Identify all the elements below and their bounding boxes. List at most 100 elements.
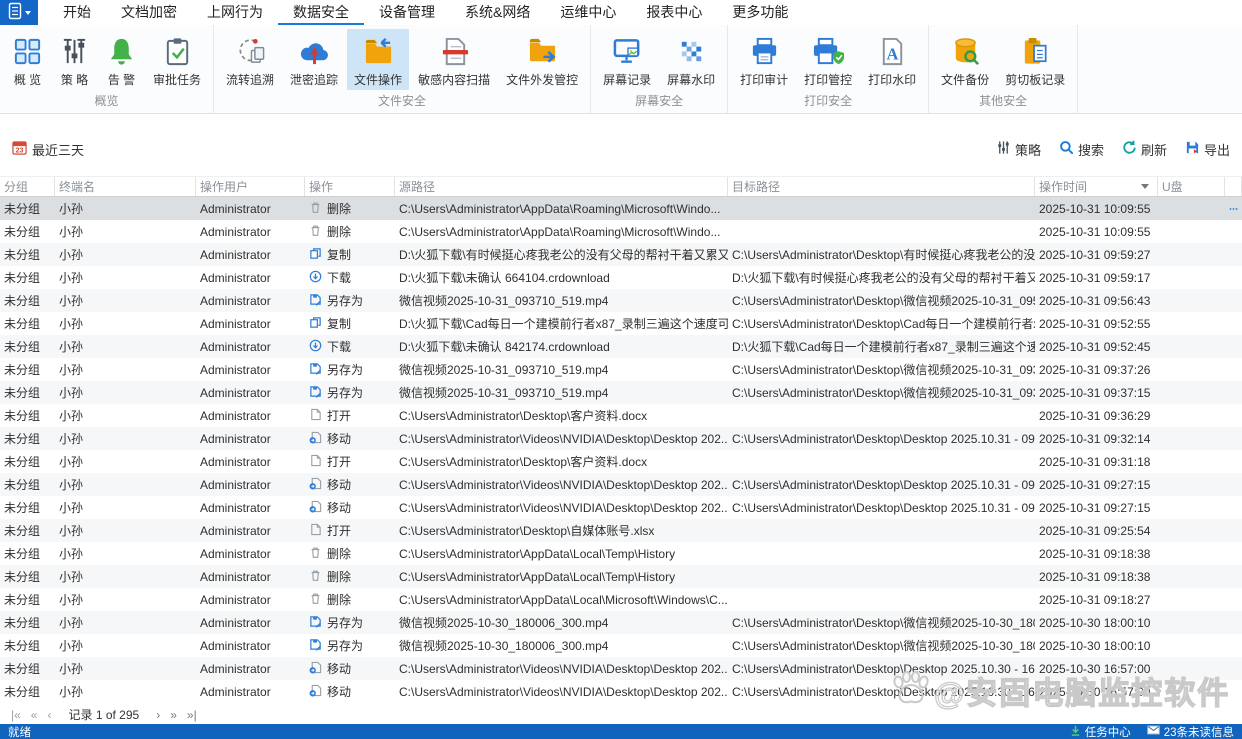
ribbon-button-2-0[interactable]: 屏幕记录 [596,29,658,90]
ribbon-button-0-0[interactable]: 概 览 [5,29,50,90]
table-row[interactable]: 未分组小孙Administrator删除C:\Users\Administrat… [0,197,1242,220]
menu-tab-3[interactable]: 数据安全 [278,0,364,25]
calendar-icon: 23 [12,140,27,158]
svg-text:23: 23 [16,147,24,154]
table-row[interactable]: 未分组小孙Administrator复制D:\火狐下载\Cad每日一个建模前行者… [0,312,1242,335]
table-row[interactable]: 未分组小孙Administrator移动C:\Users\Administrat… [0,496,1242,519]
pagination-first-button[interactable]: |« [6,708,26,722]
table-row[interactable]: 未分组小孙Administrator删除C:\Users\Administrat… [0,588,1242,611]
column-header-6[interactable]: 操作时间 [1035,177,1158,196]
toolbar-action-label: 刷新 [1141,140,1167,159]
column-header-label: 源路径 [399,178,435,195]
column-header-2[interactable]: 操作用户 [196,177,305,196]
menu-tab-2[interactable]: 上网行为 [192,0,278,25]
cell-6: 2025-10-31 09:59:27 [1035,243,1158,266]
table-row[interactable]: 未分组小孙Administrator另存为微信视频2025-10-30_1800… [0,611,1242,634]
toolbar-action-0[interactable]: 策略 [996,140,1041,159]
operation-label: 删除 [327,545,351,562]
ribbon-button-0-2[interactable]: 告 警 [99,29,144,90]
table-row[interactable]: 未分组小孙Administrator另存为微信视频2025-10-30_1800… [0,634,1242,657]
menu-tab-1[interactable]: 文档加密 [106,0,192,25]
pagination-bar: |« « ‹ 记录 1 of 295 › » »| [0,703,1242,726]
table-row[interactable]: 未分组小孙Administrator另存为微信视频2025-10-31_0937… [0,358,1242,381]
pagination-fast-prev-button[interactable]: « [26,708,43,722]
column-header-3[interactable]: 操作 [305,177,395,196]
toolbar-action-3[interactable]: 导出 [1185,140,1230,159]
ribbon-button-4-1[interactable]: 剪切板记录 [998,29,1072,90]
pagination-fast-next-button[interactable]: » [165,708,182,722]
column-header-8[interactable] [1225,177,1242,196]
toolbar-action-2[interactable]: 刷新 [1122,140,1167,159]
open-icon [309,523,322,539]
cell-5: C:\Users\Administrator\Desktop\Cad每日一个建模… [728,312,1035,335]
cell-6: 2025-10-31 09:32:14 [1035,427,1158,450]
operation-label: 移动 [327,476,351,493]
saveas-icon [309,615,322,631]
row-more-button[interactable] [1229,206,1238,212]
table-row[interactable]: 未分组小孙Administrator删除C:\Users\Administrat… [0,565,1242,588]
ribbon-group-items: 文件备份剪切板记录 [929,25,1077,91]
refresh-icon [1122,140,1137,158]
ribbon-group-label: 打印安全 [728,91,928,114]
app-menu-button[interactable] [0,0,38,25]
table-row[interactable]: 未分组小孙Administrator复制D:\火狐下载\有时候挺心疼我老公的没有… [0,243,1242,266]
column-header-1[interactable]: 终端名 [55,177,196,196]
cell-8 [1225,312,1242,335]
file-operation-icon [363,34,394,68]
pagination-next-button[interactable]: › [151,708,165,722]
ribbon-button-3-0[interactable]: 打印审计 [733,29,795,90]
table-row[interactable]: 未分组小孙Administrator移动C:\Users\Administrat… [0,473,1242,496]
toolbar-action-1[interactable]: 搜索 [1059,140,1104,159]
cell-6: 2025-10-30 18:00:10 [1035,634,1158,657]
ribbon-button-label: 流转追溯 [226,71,274,88]
table-row[interactable]: 未分组小孙Administrator移动C:\Users\Administrat… [0,657,1242,680]
pagination-prev-button[interactable]: ‹ [42,708,56,722]
menu-tab-6[interactable]: 运维中心 [545,0,631,25]
table-row[interactable]: 未分组小孙Administrator另存为微信视频2025-10-31_0937… [0,289,1242,312]
menu-tab-8[interactable]: 更多功能 [717,0,803,25]
menu-tab-7[interactable]: 报表中心 [631,0,717,25]
table-row[interactable]: 未分组小孙Administrator打开C:\Users\Administrat… [0,450,1242,473]
menu-tab-5[interactable]: 系统&网络 [450,0,545,25]
ribbon-button-2-1[interactable]: 屏幕水印 [660,29,722,90]
unread-messages-button[interactable]: 23条未读信息 [1147,724,1234,739]
column-header-0[interactable]: 分组 [0,177,55,196]
pagination-last-button[interactable]: »| [182,708,202,722]
file-backup-icon [950,34,981,68]
date-range-filter[interactable]: 23 最近三天 [12,140,84,159]
ribbon-button-4-0[interactable]: 文件备份 [934,29,996,90]
ribbon-button-1-0[interactable]: 流转追溯 [219,29,281,90]
cell-5: C:\Users\Administrator\Desktop\有时候挺心疼我老公… [728,243,1035,266]
table-row[interactable]: 未分组小孙Administrator打开C:\Users\Administrat… [0,519,1242,542]
cell-5 [728,565,1035,588]
menu-tab-4[interactable]: 设备管理 [364,0,450,25]
ribbon-button-3-1[interactable]: 打印管控 [797,29,859,90]
table-row[interactable]: 未分组小孙Administrator下载D:\火狐下载\未确认 664104.c… [0,266,1242,289]
status-text: 就绪 [8,724,31,739]
table-row[interactable]: 未分组小孙Administrator删除C:\Users\Administrat… [0,542,1242,565]
cell-8 [1225,427,1242,450]
column-header-7[interactable]: U盘 [1158,177,1225,196]
table-row[interactable]: 未分组小孙Administrator打开C:\Users\Administrat… [0,404,1242,427]
table-row[interactable]: 未分组小孙Administrator下载D:\火狐下载\未确认 842174.c… [0,335,1242,358]
ribbon-button-1-3[interactable]: 敏感内容扫描 [411,29,497,90]
column-header-4[interactable]: 源路径 [395,177,728,196]
ribbon-button-1-1[interactable]: 泄密追踪 [283,29,345,90]
menu-tab-0[interactable]: 开始 [48,0,106,25]
filter-caret-icon[interactable] [1141,184,1149,189]
ribbon-button-0-3[interactable]: 审批任务 [146,29,208,90]
cell-4: C:\Users\Administrator\AppData\Local\Mic… [395,588,728,611]
table-row[interactable]: 未分组小孙Administrator移动C:\Users\Administrat… [0,680,1242,703]
table-row[interactable]: 未分组小孙Administrator移动C:\Users\Administrat… [0,427,1242,450]
task-center-button[interactable]: 任务中心 [1070,724,1131,739]
ribbon-button-1-4[interactable]: 文件外发管控 [499,29,585,90]
column-header-5[interactable]: 目标路径 [728,177,1035,196]
cell-5: C:\Users\Administrator\Desktop\微信视频2025-… [728,289,1035,312]
table-row[interactable]: 未分组小孙Administrator另存为微信视频2025-10-31_0937… [0,381,1242,404]
ribbon-button-1-2[interactable]: 文件操作 [347,29,409,90]
ribbon-button-3-2[interactable]: A打印水印 [861,29,923,90]
ribbon-button-0-1[interactable]: 策 略 [52,29,97,90]
table-row[interactable]: 未分组小孙Administrator删除C:\Users\Administrat… [0,220,1242,243]
cell-5: C:\Users\Administrator\Desktop\Desktop 2… [728,496,1035,519]
cell-2: Administrator [196,680,305,703]
